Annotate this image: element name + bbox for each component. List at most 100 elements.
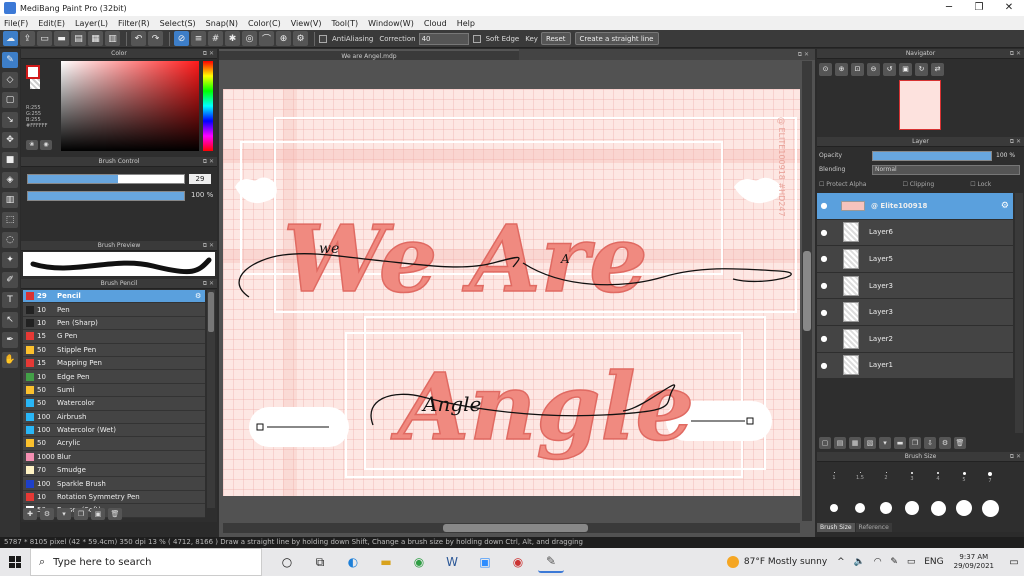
brush-item[interactable]: 50 Watercolor bbox=[23, 397, 205, 411]
menu-window[interactable]: Window(W) bbox=[364, 19, 420, 28]
panel-controls-icon[interactable]: ⧉ ✕ bbox=[1010, 452, 1021, 462]
zoom-icon[interactable]: ▣ bbox=[472, 551, 498, 573]
lock-checkbox[interactable]: ☐ Lock bbox=[970, 181, 1009, 188]
brush-item[interactable]: 50 Stipple Pen bbox=[23, 343, 205, 357]
tray-chevron-icon[interactable]: ^ bbox=[837, 557, 845, 567]
stroke-tool-icon[interactable]: ↘ bbox=[2, 112, 18, 128]
merge-down-icon[interactable]: ⇩ bbox=[924, 437, 936, 449]
brush-item[interactable]: 1000 Blur bbox=[23, 450, 205, 465]
brush-size-preset-large[interactable] bbox=[951, 500, 977, 516]
file-explorer-icon[interactable]: ▬ bbox=[373, 551, 399, 573]
lasso-tool-icon[interactable]: ◌ bbox=[2, 232, 18, 248]
eyedropper-tool-icon[interactable]: ✒ bbox=[2, 332, 18, 348]
select-tool-icon[interactable]: ⬚ bbox=[2, 212, 18, 228]
close-icon[interactable]: ✕ bbox=[994, 0, 1024, 16]
brush-copy-icon[interactable]: ❐ bbox=[74, 508, 88, 520]
straight-line-button[interactable]: Create a straight line bbox=[574, 32, 659, 45]
panel-controls-icon[interactable]: ⧉ ✕ bbox=[798, 49, 809, 60]
brush-item[interactable]: 10 Pen bbox=[23, 303, 205, 317]
menu-help[interactable]: Help bbox=[453, 19, 481, 28]
panel-controls-icon[interactable]: ⧉ ✕ bbox=[203, 49, 214, 59]
color-picker-square[interactable] bbox=[61, 61, 199, 151]
brush-size-preset[interactable]: 1.5 bbox=[847, 472, 873, 481]
brush-size-preset-large[interactable] bbox=[873, 502, 899, 514]
move-tool-icon[interactable]: ✥ bbox=[2, 132, 18, 148]
brush-item[interactable]: 100 Watercolor (Wet) bbox=[23, 423, 205, 438]
menu-tool[interactable]: Tool(T) bbox=[327, 19, 364, 28]
perspective-snap-icon[interactable]: ⊕ bbox=[276, 31, 291, 46]
layer-opacity-slider[interactable] bbox=[872, 151, 992, 161]
cortana-icon[interactable]: ○ bbox=[274, 551, 300, 573]
gradient-tool-icon[interactable]: ▥ bbox=[2, 192, 18, 208]
layer-row[interactable]: ● Layer2 bbox=[817, 325, 1013, 353]
layer-row[interactable]: ● Layer6 bbox=[817, 219, 1013, 247]
brush-item[interactable]: 15 G Pen bbox=[23, 330, 205, 344]
grid-snap-icon[interactable]: # bbox=[208, 31, 223, 46]
fit-icon[interactable]: ⊡ bbox=[851, 63, 864, 76]
parallel-snap-icon[interactable]: ≡ bbox=[191, 31, 206, 46]
visibility-icon[interactable]: ● bbox=[817, 281, 831, 290]
menu-layer[interactable]: Layer(L) bbox=[71, 19, 114, 28]
visibility-icon[interactable]: ● bbox=[817, 334, 831, 343]
word-icon[interactable]: W bbox=[439, 551, 465, 573]
brush-item[interactable]: 29 Pencil ⚙ bbox=[23, 290, 205, 304]
visibility-icon[interactable]: ● bbox=[817, 201, 831, 210]
pen-icon[interactable]: ✎ bbox=[890, 557, 898, 567]
bucket-tool-icon[interactable]: ◈ bbox=[2, 172, 18, 188]
taskbar-search[interactable]: ⌕ Type here to search bbox=[30, 548, 262, 576]
brush-item[interactable]: 10 Rotation Symmetry Pen bbox=[23, 490, 205, 505]
menu-cloud[interactable]: Cloud bbox=[420, 19, 453, 28]
comment-icon[interactable]: ▭ bbox=[37, 31, 52, 46]
layer-settings-icon[interactable]: ⚙ bbox=[939, 437, 951, 449]
brush-opacity-slider[interactable] bbox=[27, 191, 185, 201]
medibang-icon[interactable]: ✎ bbox=[538, 551, 564, 573]
zoom-out-icon[interactable]: ⊖ bbox=[867, 63, 880, 76]
layer-list-scrollbar[interactable] bbox=[1015, 193, 1023, 433]
film-icon[interactable]: ▥ bbox=[105, 31, 120, 46]
operation-tool-icon[interactable]: ↖ bbox=[2, 312, 18, 328]
palette-icon[interactable]: ❀ bbox=[26, 140, 38, 150]
visibility-icon[interactable]: ● bbox=[817, 308, 831, 317]
reset-button[interactable]: Reset bbox=[540, 32, 571, 45]
brush-item[interactable]: 100 Sparkle Brush bbox=[23, 477, 205, 491]
share-icon[interactable]: ⇪ bbox=[20, 31, 35, 46]
layer-add-menu-icon[interactable]: ▾ bbox=[879, 437, 891, 449]
menu-view[interactable]: View(V) bbox=[287, 19, 328, 28]
brush-item[interactable]: 100 Airbrush bbox=[23, 410, 205, 424]
canvas-vertical-scrollbar[interactable] bbox=[802, 61, 812, 521]
background-color-swatch[interactable] bbox=[30, 79, 40, 89]
start-button[interactable] bbox=[0, 548, 30, 576]
settings-snap-icon[interactable]: ⚙ bbox=[293, 31, 308, 46]
panel-controls-icon[interactable]: ⧉ ✕ bbox=[203, 241, 214, 251]
document-icon[interactable]: ▤ bbox=[71, 31, 86, 46]
new-layer-8bit-icon[interactable]: ▤ bbox=[834, 437, 846, 449]
chat-icon[interactable]: ▬ bbox=[54, 31, 69, 46]
menu-select[interactable]: Select(S) bbox=[156, 19, 202, 28]
protect-alpha-checkbox[interactable]: ☐ Protect Alpha bbox=[819, 181, 884, 188]
brush-tool-icon[interactable]: ✎ bbox=[2, 52, 18, 68]
brush-list-scrollbar[interactable] bbox=[207, 290, 215, 508]
correction-select[interactable]: 40 bbox=[418, 32, 469, 45]
image-icon[interactable]: ▦ bbox=[88, 31, 103, 46]
brush-size-preset[interactable]: 2 bbox=[873, 472, 899, 481]
new-layer-icon[interactable]: ▢ bbox=[819, 437, 831, 449]
layer-row[interactable]: ● Layer3 bbox=[817, 299, 1013, 326]
layer-blending-select[interactable]: Normal bbox=[872, 165, 1020, 175]
document-tab[interactable]: We are Angel.mdp bbox=[219, 49, 519, 60]
canvas-hscroll-thumb[interactable] bbox=[443, 524, 588, 532]
panel-controls-icon[interactable]: ⧉ ✕ bbox=[1010, 49, 1021, 59]
menu-file[interactable]: File(F) bbox=[0, 19, 34, 28]
new-halftone-layer-icon[interactable]: ▧ bbox=[864, 437, 876, 449]
zoom-icon[interactable]: ⊙ bbox=[819, 63, 832, 76]
brush-size-preset[interactable]: 7 bbox=[977, 472, 1003, 484]
brush-settings-icon[interactable]: ⚙ bbox=[40, 508, 54, 520]
menu-edit[interactable]: Edit(E) bbox=[34, 19, 71, 28]
brush-item[interactable]: 15 Mapping Pen bbox=[23, 356, 205, 371]
new-layer-1bit-icon[interactable]: ▦ bbox=[849, 437, 861, 449]
visibility-icon[interactable]: ● bbox=[817, 254, 831, 263]
notification-icon[interactable]: ▭ bbox=[1004, 557, 1024, 568]
brush-size-preset-large[interactable] bbox=[821, 504, 847, 512]
visibility-icon[interactable]: ● bbox=[817, 361, 831, 370]
hue-slider[interactable] bbox=[203, 61, 213, 151]
fill-tool-icon[interactable]: ■ bbox=[2, 152, 18, 168]
